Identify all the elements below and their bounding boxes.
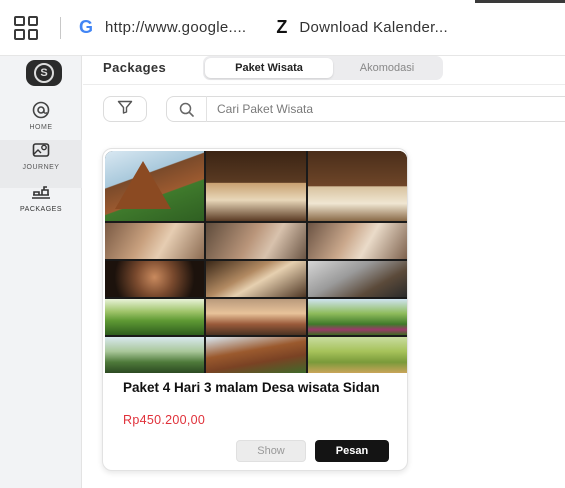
home-icon (31, 100, 51, 122)
collage-photo (105, 337, 205, 373)
filter-button[interactable] (103, 96, 147, 122)
collage-photo (105, 223, 205, 259)
order-button[interactable]: Pesan (315, 440, 389, 462)
sidebar-item-packages-label: PACKAGES (20, 206, 62, 213)
journey-icon (31, 140, 51, 162)
collage-photo (105, 299, 205, 335)
top-edge-line (475, 0, 565, 3)
page-title: Packages (103, 60, 167, 75)
package-photo-collage[interactable] (105, 151, 407, 373)
collage-photo (307, 223, 407, 259)
z-logo-icon: Z (276, 17, 288, 37)
logo-mark-icon: S (34, 63, 54, 83)
sidebar-item-home-label: HOME (29, 124, 53, 131)
tab-group: Paket Wisata Akomodasi (203, 56, 443, 80)
collage-photo (206, 299, 306, 335)
bookmark-divider (60, 16, 61, 39)
bookmark-bar: G http://www.google.... Z Download Kalen… (0, 0, 565, 56)
apps-grid-icon[interactable] (14, 15, 38, 40)
search-box (166, 96, 565, 122)
collage-photo (105, 151, 205, 221)
bookmark-download-kalender[interactable]: Z Download Kalender... (276, 17, 448, 38)
collage-photo (307, 299, 407, 335)
show-button[interactable]: Show (236, 440, 306, 462)
sidebar-item-packages[interactable]: PACKAGES (0, 182, 82, 230)
filter-icon (117, 100, 133, 119)
bookmark-google[interactable]: G http://www.google.... (79, 17, 246, 38)
sidebar-item-journey-label: JOURNEY (22, 164, 60, 171)
sidebar-item-journey[interactable]: JOURNEY (0, 140, 82, 188)
sidebar: S HOME JOURNEY PACKAGES (0, 56, 82, 488)
app-logo[interactable]: S (26, 60, 62, 86)
collage-photo (307, 151, 407, 221)
collage-photo (206, 151, 306, 221)
bookmark-google-label: http://www.google.... (105, 19, 247, 36)
search-input[interactable] (207, 102, 547, 116)
collage-photo (307, 337, 407, 373)
search-icon (167, 96, 207, 122)
collage-photo (105, 261, 205, 297)
collage-photo (206, 261, 306, 297)
header-divider (83, 84, 565, 85)
packages-icon (30, 182, 52, 204)
package-price: Rp450.200,00 (123, 413, 206, 427)
tab-paket-wisata[interactable]: Paket Wisata (205, 58, 333, 78)
collage-photo (307, 261, 407, 297)
collage-photo (206, 223, 306, 259)
collage-photo (206, 337, 306, 373)
google-g-icon: G (79, 17, 94, 37)
bookmark-download-kalender-label: Download Kalender... (299, 19, 448, 36)
tab-akomodasi[interactable]: Akomodasi (333, 58, 441, 78)
package-title: Paket 4 Hari 3 malam Desa wisata Sidan (123, 380, 380, 395)
package-card[interactable]: Paket 4 Hari 3 malam Desa wisata Sidan R… (102, 148, 408, 471)
